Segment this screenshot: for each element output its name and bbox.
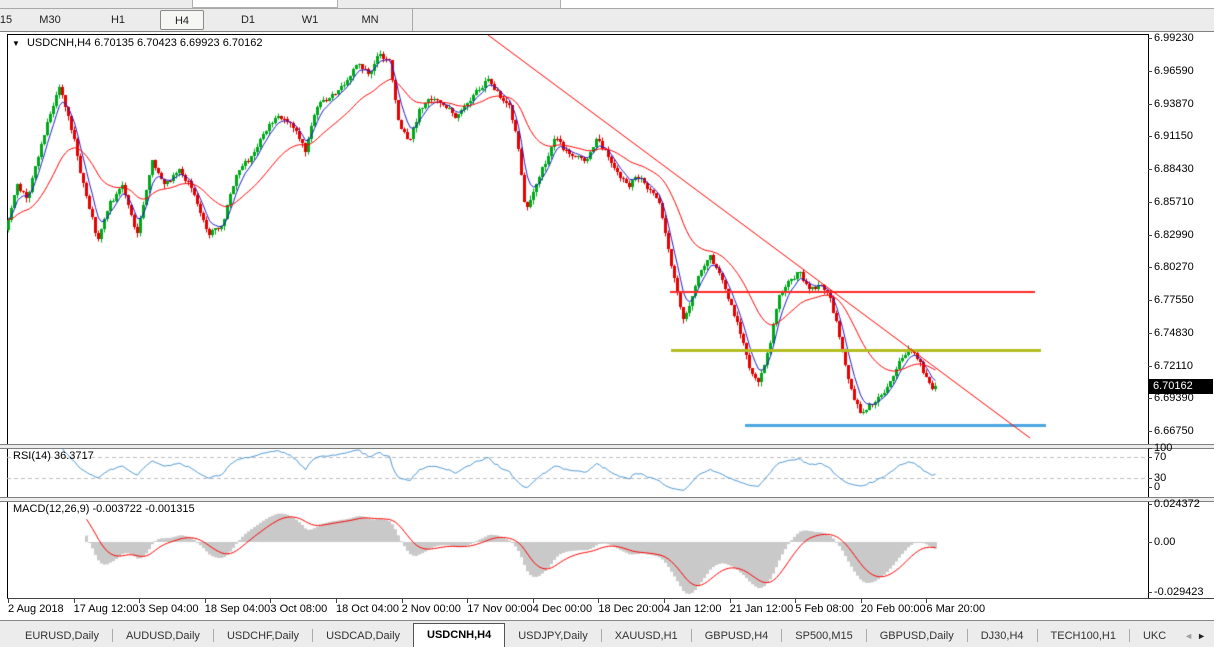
time-scale-label: 3 Oct 08:00 [270,603,328,615]
macd-axis-label-tick [1148,504,1152,505]
price-scale-tick [1148,365,1152,367]
price-scale-tick [1148,103,1152,105]
price-scale-tick [1148,70,1152,72]
macd-axis-label: 0.00 [1154,536,1176,548]
price-scale-tick [1148,332,1152,334]
time-scale-label: 4 Jan 12:00 [664,603,722,615]
time-scale-label: 20 Feb 00:00 [860,603,926,615]
chart-tab-audusd-daily[interactable]: AUDUSD,Daily [113,625,213,647]
price-scale-tick [1148,398,1152,400]
price-scale-label: 6.66750 [1154,425,1194,437]
macd-axis-label: 0.024372 [1154,498,1200,510]
rsi-axis-label-tick [1148,478,1152,479]
time-scale-label: 21 Jan 12:00 [729,603,794,615]
timeframe-mn[interactable]: MN [348,10,392,30]
price-scale-label: 6.69390 [1154,392,1194,405]
rsi-axis-label-tick [1148,448,1152,449]
chart-tab-bar: EURUSD,Daily AUDUSD,Daily USDCHF,Daily USDC… [0,620,1214,647]
chart-collapse-icon[interactable]: ▼ [12,39,20,48]
rsi-axis-label: 70 [1154,451,1167,463]
price-scale-tick [1148,38,1152,39]
time-scale-label: 17 Nov 00:00 [467,603,533,615]
mt4-window: 15 M30 H1 H4 D1 W1 MN ▼ USDCNH,H4 6.70135 6.70… [0,0,1214,647]
chart-tab-usdjpy-daily[interactable]: USDJPY,Daily [505,625,601,647]
price-scale-label: 6.72110 [1154,359,1193,372]
price-scale-tick [1148,201,1152,203]
toolbar-separator [412,8,413,32]
main-price-chart[interactable] [7,35,1148,444]
chart-tab-dj30-h4[interactable]: DJ30,H4 [968,625,1037,647]
chart-tab-tech100-h1[interactable]: TECH100,H1 [1038,625,1129,647]
price-scale-label: 6.80270 [1154,261,1194,274]
macd-axis-label: -0.029423 [1154,586,1204,598]
macd-indicator-panel[interactable] [7,502,1148,598]
chart-tab-gbpusd-daily[interactable]: GBPUSD,Daily [867,625,967,647]
price-scale-label: 6.82990 [1154,228,1194,241]
price-scale-label: 6.77550 [1154,294,1194,306]
price-scale-label: 6.93870 [1154,97,1194,110]
tab-scroll-left-icon[interactable]: ◄ [1184,631,1197,641]
time-scale-label: 17 Aug 12:00 [73,603,139,615]
time-scale-label: 18 Oct 04:00 [336,603,399,615]
timeframe-d1[interactable]: D1 [226,10,270,30]
time-scale-label: 4 Dec 00:00 [532,603,593,615]
timeframe-w1[interactable]: W1 [288,10,332,30]
rsi-axis-label: 0 [1154,481,1161,493]
timeframe-15[interactable]: 15 [0,10,28,30]
chart-tab-usdcnh-h4[interactable]: USDCNH,H4 [413,623,506,647]
chart-tab-sp500-m15[interactable]: SP500,M15 [782,625,865,647]
current-price-tag: 6.70162 [1149,379,1213,394]
chart-tab-ukc[interactable]: UKC [1130,625,1179,647]
time-scale-label: 2 Nov 00:00 [401,603,461,615]
toolbar-combobox-edge [192,0,338,8]
price-scale-tick [1148,169,1152,170]
price-scale-tick [1148,431,1152,432]
chart-title: ▼ USDCNH,H4 6.70135 6.70423 6.69923 6.70… [12,37,262,49]
upper-toolbar-edge [0,0,1214,9]
timeframe-toolbar: 15 M30 H1 H4 D1 W1 MN [0,8,1214,32]
time-scale-label: 18 Sep 04:00 [204,603,271,615]
price-scale-label: 6.91150 [1154,130,1193,143]
price-scale-label: 6.74830 [1154,326,1194,339]
price-scale-tick [1148,267,1152,269]
macd-axis-label-tick [1148,542,1152,543]
chart-tab-eurusd-daily[interactable]: EURUSD,Daily [12,625,112,647]
time-scale-label: 5 Feb 08:00 [795,603,854,615]
toolbar-field-edge [560,0,1214,8]
rsi-label: RSI(14) 36.3717 [13,450,94,462]
chart-tab-xauusd-h1[interactable]: XAUUSD,H1 [602,625,691,647]
time-scale-label: 3 Sep 04:00 [139,603,199,615]
chart-ohlc-values: 6.70135 6.70423 6.69923 6.70162 [94,37,263,49]
price-scale-label: 6.85710 [1154,195,1194,208]
price-scale-label: 6.96590 [1154,64,1194,77]
time-scale-label: 2 Aug 2018 [8,603,64,615]
chart-tab-usdchf-daily[interactable]: USDCHF,Daily [214,625,312,647]
timeframe-h1[interactable]: H1 [96,10,140,30]
rsi-indicator-panel[interactable] [7,449,1148,497]
rsi-axis-label-tick [1148,487,1152,488]
chart-tab-gbpusd-h4[interactable]: GBPUSD,H4 [692,625,782,647]
tab-scroll-arrows: ◄► [1184,631,1210,641]
chart-tab-usdcad-daily[interactable]: USDCAD,Daily [313,625,413,647]
tab-scroll-right-icon[interactable]: ► [1197,631,1210,641]
price-scale-label: 6.88430 [1154,163,1194,175]
price-scale-label: 6.99230 [1154,32,1194,44]
price-scale-tick [1148,300,1152,301]
rsi-axis-label-tick [1148,457,1152,458]
macd-axis-label-tick [1148,592,1152,593]
price-scale-tick [1148,136,1152,138]
price-scale-tick [1148,234,1152,236]
macd-label: MACD(12,26,9) -0.003722 -0.001315 [13,503,195,515]
timeframe-h4[interactable]: H4 [160,10,204,30]
chart-symbol-period: USDCNH,H4 [26,37,92,49]
price-scale-separator [1148,34,1149,599]
plot-border-bottom [7,598,1214,599]
timeframe-m30[interactable]: M30 [28,10,72,30]
time-scale-label: 6 Mar 20:00 [926,603,986,615]
time-scale-label: 18 Dec 20:00 [598,603,664,615]
chart-window: ▼ USDCNH,H4 6.70135 6.70423 6.69923 6.70… [0,31,1214,620]
